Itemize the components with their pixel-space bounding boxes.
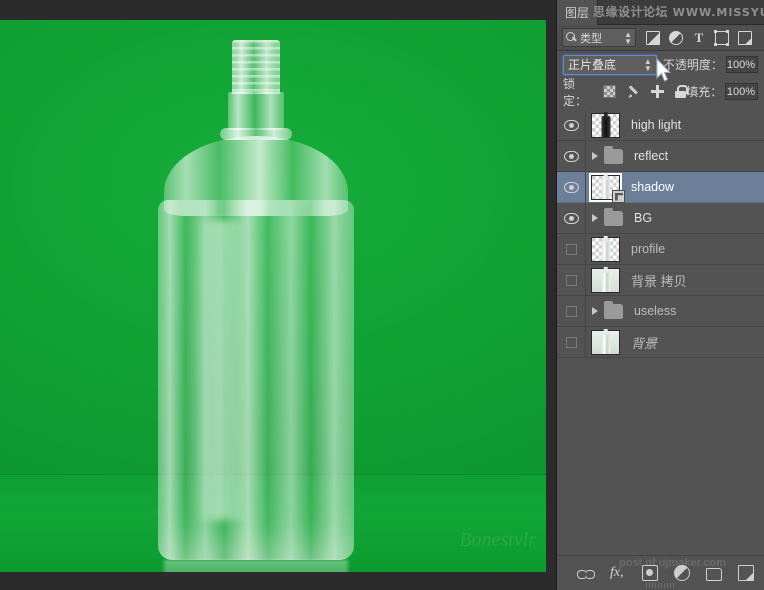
layer-name-label: reflect (634, 149, 669, 163)
photoshop-window: Bonestvlr 图层 思缘设计论坛 WWW.MISSYUAN.COM 类型 … (0, 0, 764, 590)
layer-visibility-toggle[interactable] (557, 171, 586, 203)
adjustment-layer-icon[interactable] (674, 565, 690, 581)
eye-icon (563, 212, 579, 224)
new-layer-icon[interactable] (738, 565, 754, 581)
layers-list[interactable]: high light reflect shadow BG profile 背景 … (557, 110, 764, 555)
lock-label: 锁定： (563, 76, 588, 108)
filter-type-dropdown[interactable]: 类型 ▲ ▼ (562, 28, 636, 47)
bottle-body (158, 200, 354, 560)
glass-bottle-image (136, 40, 376, 572)
chevron-updown-icon: ▲ ▼ (643, 56, 652, 73)
opacity-label: 不透明度： (662, 58, 723, 72)
panel-watermark: 思缘设计论坛 WWW.MISSYUAN.COM (593, 3, 764, 20)
watermark-site-text: WWW.MISSYUAN.COM (672, 6, 764, 19)
layer-visibility-toggle[interactable] (557, 295, 586, 327)
text-filter-icon[interactable]: T (692, 30, 706, 45)
layer-visibility-toggle[interactable] (557, 202, 586, 234)
panel-resize-grip[interactable] (645, 583, 676, 588)
layer-thumbnail[interactable] (589, 172, 625, 203)
table-row[interactable]: BG (557, 202, 764, 234)
lock-image-icon[interactable] (627, 85, 640, 98)
eye-icon (563, 119, 579, 131)
table-row[interactable]: shadow (557, 171, 764, 203)
bottle-highlight (196, 220, 248, 520)
document-canvas[interactable]: Bonestvlr (0, 20, 546, 572)
bottle-reflection (164, 560, 348, 572)
layer-thumbnail[interactable] (591, 112, 620, 138)
image-filter-icon[interactable] (646, 30, 660, 45)
table-row[interactable]: 背景 (557, 326, 764, 358)
layer-visibility-toggle[interactable] (557, 140, 586, 172)
eye-hidden-icon (565, 243, 577, 255)
layer-thumbnail[interactable] (591, 236, 620, 262)
lock-icon-group (603, 85, 689, 98)
lock-row: 锁定： 填充： 100% (557, 77, 764, 108)
smart-object-filter-icon[interactable] (738, 30, 752, 45)
table-row[interactable]: useless (557, 295, 764, 327)
table-row[interactable]: 背景 拷贝 (557, 264, 764, 296)
adjustment-filter-icon[interactable] (669, 30, 683, 45)
chevron-updown-icon: ▲ ▼ (624, 29, 632, 46)
layer-name-label: BG (634, 211, 653, 225)
lock-all-icon[interactable] (675, 85, 689, 98)
eye-icon (563, 150, 579, 162)
shape-filter-icon[interactable] (714, 29, 729, 46)
fill-input[interactable]: 100% (725, 83, 758, 100)
eye-hidden-icon (565, 305, 577, 317)
layers-panel-footer: post of ujmaker.com fx, (557, 555, 764, 590)
table-row[interactable]: reflect (557, 140, 764, 172)
layer-thumbnail[interactable] (591, 267, 620, 293)
eye-hidden-icon (565, 274, 577, 286)
layer-name-label: 背景 (631, 335, 658, 351)
folder-icon (604, 145, 623, 164)
tab-layers-label: 图层 (565, 5, 590, 20)
filter-type-value: 类型 (580, 32, 602, 45)
add-mask-icon[interactable] (642, 565, 658, 581)
layer-visibility-toggle[interactable] (557, 110, 586, 141)
layers-panel: 图层 思缘设计论坛 WWW.MISSYUAN.COM 类型 ▲▼ T (556, 0, 764, 590)
opacity-input[interactable]: 100% (725, 56, 758, 73)
bottle-neck (228, 92, 284, 130)
layer-filter-row: 类型 ▲ ▼ T (557, 25, 764, 51)
layer-name-label: 背景 拷贝 (631, 273, 687, 289)
layer-name-label: useless (634, 304, 677, 318)
layer-visibility-toggle[interactable] (557, 233, 586, 265)
filter-icon-group: T (646, 29, 752, 46)
layer-name-label: shadow (631, 180, 675, 194)
lock-transparency-icon[interactable] (603, 85, 617, 98)
layer-visibility-toggle[interactable] (557, 326, 586, 358)
watermark-forum-text: 思缘设计论坛 (593, 5, 669, 19)
folder-icon (604, 300, 623, 319)
search-icon (566, 32, 577, 43)
bottle-neck-threads (232, 40, 280, 94)
canvas-area[interactable]: Bonestvlr (0, 0, 556, 590)
blend-mode-dropdown[interactable]: 正片叠底 ▲ ▼ (563, 54, 657, 75)
folder-icon (604, 207, 623, 226)
link-layers-icon[interactable] (577, 565, 595, 581)
expand-group-triangle-icon[interactable] (592, 214, 598, 222)
panel-tab-bar: 图层 思缘设计论坛 WWW.MISSYUAN.COM (557, 0, 764, 25)
layer-style-fx-icon[interactable]: fx, (610, 565, 626, 581)
tab-layers[interactable]: 图层 (557, 0, 599, 25)
lock-position-icon[interactable] (651, 85, 665, 98)
expand-group-triangle-icon[interactable] (592, 307, 598, 315)
fill-label: 填充： (686, 85, 723, 99)
layer-name-label: high light (631, 118, 682, 132)
blend-mode-value: 正片叠底 (568, 58, 617, 72)
smart-object-badge-icon (612, 189, 625, 203)
eye-icon (563, 181, 579, 193)
expand-group-triangle-icon[interactable] (592, 152, 598, 160)
new-group-icon[interactable] (706, 567, 722, 581)
layer-visibility-toggle[interactable] (557, 264, 586, 296)
table-row[interactable]: high light (557, 110, 764, 141)
table-row[interactable]: profile (557, 233, 764, 265)
eye-hidden-icon (565, 336, 577, 348)
layer-thumbnail[interactable] (591, 329, 620, 355)
layer-name-label: profile (631, 242, 666, 256)
